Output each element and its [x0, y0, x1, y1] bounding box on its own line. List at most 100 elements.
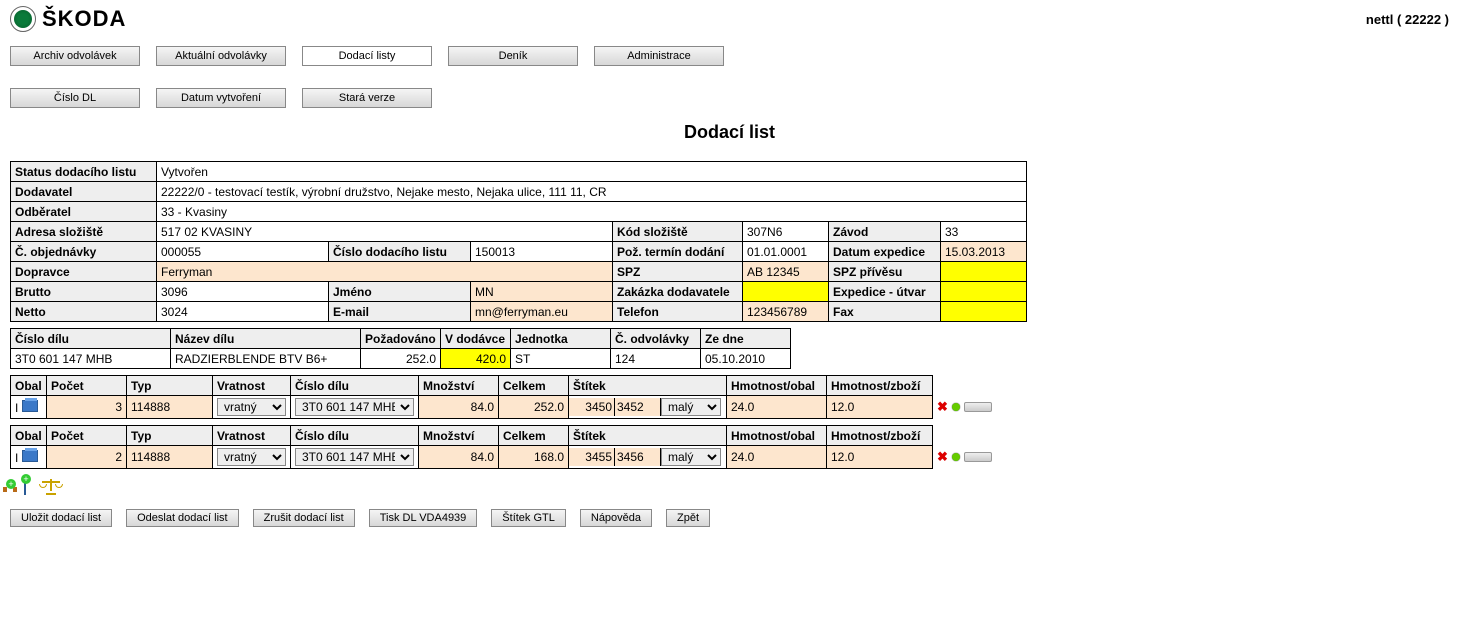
- scale-icon[interactable]: [40, 479, 62, 495]
- exp-label: Datum expedice: [829, 242, 941, 262]
- pack-row: I vratný 3T0 601 147 MHB malý ✖: [11, 446, 1003, 469]
- packaging-table-1: Obal Počet Typ Vratnost Číslo dílu Množs…: [10, 375, 1003, 419]
- package-icon: [22, 400, 38, 412]
- nav-dodaci-listy[interactable]: Dodací listy: [302, 46, 432, 66]
- pack-vrat[interactable]: vratný: [213, 396, 291, 419]
- supplier-value: 22222/0 - testovací testík, výrobní druž…: [157, 182, 1027, 202]
- exputv-value[interactable]: [941, 282, 1027, 302]
- pack-pocet[interactable]: [47, 396, 127, 419]
- brutto-value: 3096: [157, 282, 329, 302]
- status-value: Vytvořen: [157, 162, 1027, 182]
- pack-stitek[interactable]: malý: [569, 396, 727, 419]
- zavod-value: 33: [941, 222, 1027, 242]
- gtl-button[interactable]: Štítek GTL: [491, 509, 566, 527]
- pack-celkem[interactable]: [499, 396, 569, 419]
- status-lamp-icon: [952, 453, 960, 461]
- pack-mnoz[interactable]: [419, 446, 499, 469]
- delete-icon[interactable]: ✖: [937, 449, 948, 465]
- spzp-value[interactable]: [941, 262, 1027, 282]
- netto-label: Netto: [11, 302, 157, 322]
- pack-typ[interactable]: [127, 396, 213, 419]
- zak-label: Zakázka dodavatele: [613, 282, 743, 302]
- tel-value[interactable]: 123456789: [743, 302, 829, 322]
- status-lamp-icon: [952, 403, 960, 411]
- pack-celkem[interactable]: [499, 446, 569, 469]
- pack-cislo[interactable]: 3T0 601 147 MHB: [291, 446, 419, 469]
- termin-label: Pož. termín dodání: [613, 242, 743, 262]
- part-poz: 252.0: [361, 349, 441, 369]
- pack-hmo[interactable]: [727, 446, 827, 469]
- pack-col-pocet: Počet: [47, 376, 127, 396]
- part-cislo: 3T0 601 147 MHB: [11, 349, 171, 369]
- tel-label: Telefon: [613, 302, 743, 322]
- nav-denik[interactable]: Deník: [448, 46, 578, 66]
- parts-col-vdod: V dodávce: [441, 329, 511, 349]
- nav-administrace[interactable]: Administrace: [594, 46, 724, 66]
- dl-label: Číslo dodacího listu: [329, 242, 471, 262]
- nav-datum-vytvoreni[interactable]: Datum vytvoření: [156, 88, 286, 108]
- kod-label: Kód složiště: [613, 222, 743, 242]
- fax-value[interactable]: [941, 302, 1027, 322]
- nav-cislo-dl[interactable]: Číslo DL: [10, 88, 140, 108]
- addr-label: Adresa složiště: [11, 222, 157, 242]
- back-button[interactable]: Zpět: [666, 509, 710, 527]
- part-jedn: ST: [511, 349, 611, 369]
- brutto-label: Brutto: [11, 282, 157, 302]
- pack-cislo[interactable]: 3T0 601 147 MHB: [291, 396, 419, 419]
- header-table: Status dodacího listu Vytvořen Dodavatel…: [10, 161, 1027, 322]
- slider-icon[interactable]: [964, 402, 992, 412]
- delete-icon[interactable]: ✖: [937, 399, 948, 415]
- pack-mnoz[interactable]: [419, 396, 499, 419]
- user-info: nettl ( 22222 ): [1366, 12, 1449, 27]
- status-label: Status dodacího listu: [11, 162, 157, 182]
- pack-hmz[interactable]: [827, 396, 933, 419]
- pack-stitek[interactable]: malý: [569, 446, 727, 469]
- jmeno-value[interactable]: MN: [471, 282, 613, 302]
- cancel-button[interactable]: Zrušit dodací list: [253, 509, 355, 527]
- slider-icon[interactable]: [964, 452, 992, 462]
- nav-stara-verze[interactable]: Stará verze: [302, 88, 432, 108]
- nav-aktualni[interactable]: Aktuální odvolávky: [156, 46, 286, 66]
- parts-col-jedn: Jednotka: [511, 329, 611, 349]
- pack-obal: I: [11, 396, 47, 419]
- spzp-label: SPZ přívěsu: [829, 262, 941, 282]
- part-codv: 124: [611, 349, 701, 369]
- zak-value[interactable]: [743, 282, 829, 302]
- dl-value: 150013: [471, 242, 613, 262]
- add-box-icon[interactable]: +: [24, 480, 26, 494]
- action-buttons: Uložit dodací list Odeslat dodací list Z…: [10, 509, 1449, 527]
- pack-col-vrat: Vratnost: [213, 376, 291, 396]
- packaging-table-2: Obal Počet Typ Vratnost Číslo dílu Množs…: [10, 425, 1003, 469]
- pack-typ[interactable]: [127, 446, 213, 469]
- pack-col-celkem: Celkem: [499, 376, 569, 396]
- parts-table: Číslo dílu Název dílu Požadováno V dodáv…: [10, 328, 791, 369]
- dopr-value[interactable]: Ferryman: [157, 262, 613, 282]
- print-button[interactable]: Tisk DL VDA4939: [369, 509, 478, 527]
- nav-secondary: Číslo DL Datum vytvoření Stará verze: [10, 88, 1449, 108]
- part-vdod[interactable]: 420.0: [441, 349, 511, 369]
- pack-pocet[interactable]: [47, 446, 127, 469]
- dopr-label: Dopravce: [11, 262, 157, 282]
- pack-col-hmo: Hmotnost/obal: [727, 376, 827, 396]
- obj-value: 000055: [157, 242, 329, 262]
- parts-col-nazev: Název dílu: [171, 329, 361, 349]
- pack-actions: ✖: [933, 396, 1003, 419]
- jmeno-label: Jméno: [329, 282, 471, 302]
- help-button[interactable]: Nápověda: [580, 509, 652, 527]
- netto-value: 3024: [157, 302, 329, 322]
- save-button[interactable]: Uložit dodací list: [10, 509, 112, 527]
- pack-vrat[interactable]: vratný: [213, 446, 291, 469]
- email-value[interactable]: mn@ferryman.eu: [471, 302, 613, 322]
- part-nazev: RADZIERBLENDE BTV B6+: [171, 349, 361, 369]
- pack-obal: I: [11, 446, 47, 469]
- exp-value[interactable]: 15.03.2013: [941, 242, 1027, 262]
- pack-hmz[interactable]: [827, 446, 933, 469]
- spz-value[interactable]: AB 12345: [743, 262, 829, 282]
- pack-hmo[interactable]: [727, 396, 827, 419]
- package-icon: [22, 450, 38, 462]
- brand-name: ŠKODA: [42, 6, 126, 32]
- send-button[interactable]: Odeslat dodací list: [126, 509, 239, 527]
- parts-col-zedne: Ze dne: [701, 329, 791, 349]
- pack-col-cislo: Číslo dílu: [291, 376, 419, 396]
- nav-archiv[interactable]: Archiv odvolávek: [10, 46, 140, 66]
